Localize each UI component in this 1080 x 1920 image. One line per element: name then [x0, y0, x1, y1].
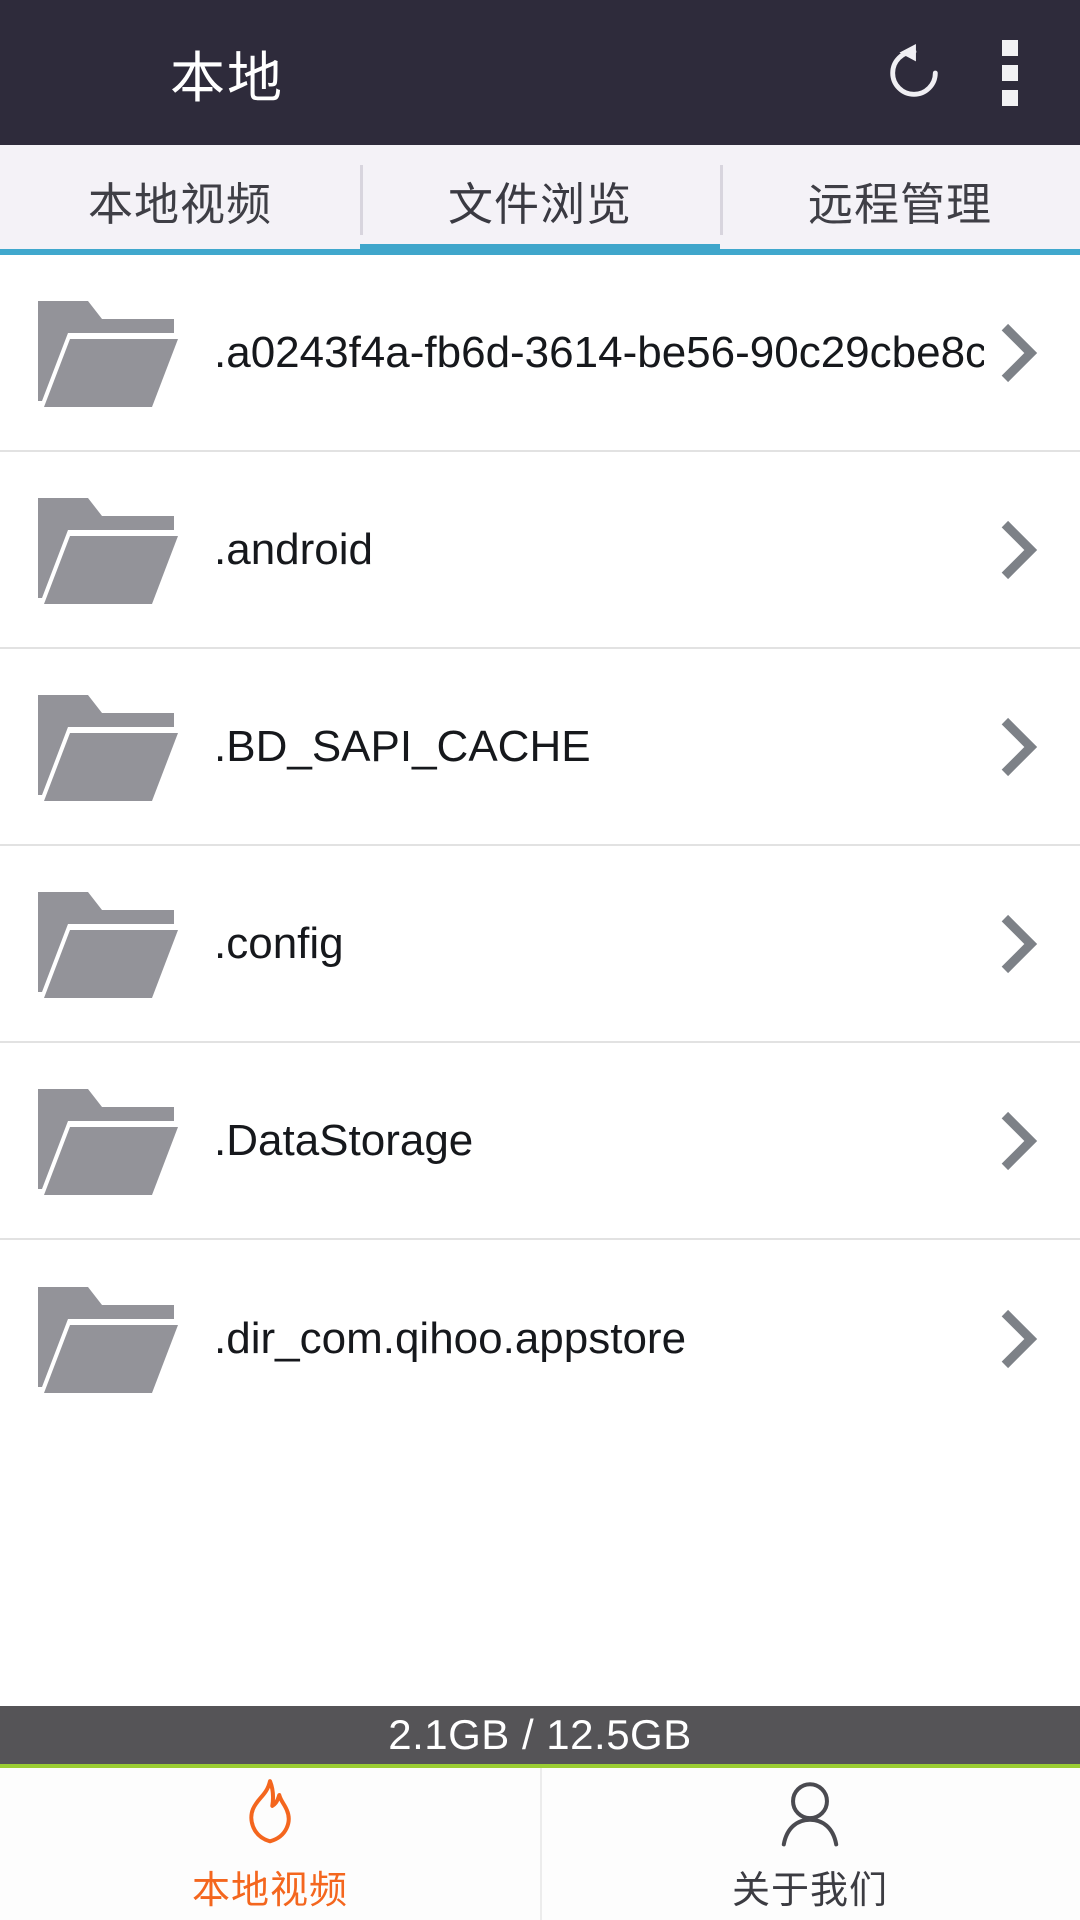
tab-local-video[interactable]: 本地视频 [0, 145, 360, 255]
chevron-right-icon[interactable] [984, 319, 1052, 387]
folder-icon [38, 497, 178, 604]
chevron-right-icon[interactable] [984, 910, 1052, 978]
bottom-nav-item-local-video[interactable]: 本地视频 [0, 1768, 540, 1920]
chevron-right-icon[interactable] [984, 713, 1052, 781]
table-row[interactable]: .DataStorage [0, 1043, 1080, 1240]
chevron-right-icon[interactable] [984, 516, 1052, 584]
storage-status-bar: 2.1GB / 12.5GB [0, 1706, 1080, 1768]
file-name: .BD_SAPI_CACHE [214, 721, 591, 771]
table-row[interactable]: .a0243f4a-fb6d-3614-be56-90c29cbe8c83 [0, 255, 1080, 452]
file-name: .config [214, 918, 344, 968]
overflow-menu-button[interactable] [962, 23, 1058, 123]
table-row[interactable]: .BD_SAPI_CACHE [0, 649, 1080, 846]
folder-icon [38, 694, 178, 801]
file-name: .a0243f4a-fb6d-3614-be56-90c29cbe8c83 [214, 327, 984, 377]
app-root: 本地 本地视频 文件浏览 远程管理 .a0243f4a-fb6d-3614-be… [0, 0, 1080, 1920]
folder-icon [38, 300, 178, 407]
flame-icon [249, 1778, 291, 1843]
file-name: .DataStorage [214, 1115, 474, 1165]
app-bar-actions [866, 23, 1058, 123]
tab-bar: 本地视频 文件浏览 远程管理 [0, 145, 1080, 255]
tab-label: 本地视频 [87, 178, 272, 230]
person-icon [781, 1781, 839, 1846]
bottom-nav-label: 本地视频 [191, 1869, 348, 1912]
file-name: .dir_com.qihoo.appstore [214, 1313, 687, 1363]
bottom-nav-label: 关于我们 [731, 1869, 888, 1912]
folder-icon [38, 1088, 178, 1195]
tab-active-indicator [359, 244, 720, 255]
tab-label: 文件浏览 [447, 178, 632, 230]
file-list[interactable]: .a0243f4a-fb6d-3614-be56-90c29cbe8c83 .a… [0, 255, 1080, 1706]
bottom-nav-item-about-us[interactable]: 关于我们 [540, 1768, 1080, 1920]
chevron-right-icon[interactable] [984, 1107, 1052, 1175]
chevron-right-icon[interactable] [984, 1305, 1052, 1373]
overflow-menu-icon [1002, 39, 1018, 106]
folder-icon [38, 891, 178, 998]
refresh-button[interactable] [866, 23, 962, 123]
table-row[interactable]: .config [0, 846, 1080, 1043]
tab-label: 远程管理 [807, 178, 992, 230]
table-row[interactable]: .android [0, 452, 1080, 649]
folder-icon [38, 1286, 178, 1393]
tab-file-browse[interactable]: 文件浏览 [360, 145, 720, 255]
page-title: 本地 [170, 46, 285, 109]
refresh-icon [890, 43, 938, 97]
storage-usage-text: 2.1GB / 12.5GB [388, 1711, 692, 1758]
file-name: .android [214, 524, 374, 574]
bottom-nav: 本地视频 关于我们 [0, 1768, 1080, 1920]
table-row[interactable]: .dir_com.qihoo.appstore [0, 1240, 1080, 1437]
app-bar: 本地 [0, 0, 1080, 145]
tab-remote-manage[interactable]: 远程管理 [720, 145, 1080, 255]
